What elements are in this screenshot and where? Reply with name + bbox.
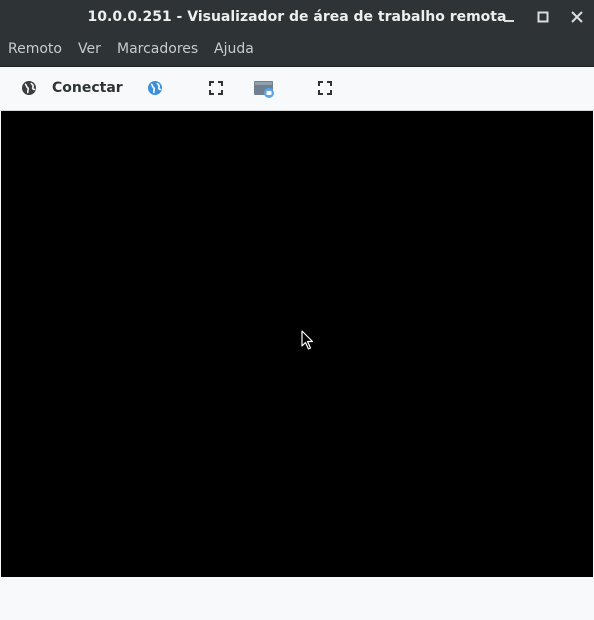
- screenshot-icon: [254, 81, 274, 98]
- close-button[interactable]: [567, 7, 587, 27]
- mouse-cursor-icon: [301, 330, 315, 350]
- globe-blue-button[interactable]: [146, 79, 164, 97]
- fullscreen-button[interactable]: [207, 79, 225, 97]
- menu-ajuda[interactable]: Ajuda: [214, 34, 254, 66]
- menu-remoto[interactable]: Remoto: [8, 34, 62, 66]
- title-bar: 10.0.0.251 - Visualizador de área de tra…: [0, 0, 594, 34]
- globe-icon: [22, 81, 36, 95]
- menu-ver[interactable]: Ver: [78, 34, 101, 66]
- remote-desktop-viewport[interactable]: [1, 111, 593, 577]
- maximize-icon: [537, 11, 549, 23]
- screenshot-button[interactable]: [254, 79, 276, 98]
- fit-window-button[interactable]: [316, 79, 334, 97]
- connect-globe-button[interactable]: [20, 79, 38, 97]
- menu-bar: Remoto Ver Marcadores Ajuda: [0, 34, 594, 67]
- maximize-button[interactable]: [533, 7, 553, 27]
- connect-button[interactable]: Conectar: [52, 67, 123, 110]
- toolbar: Conectar: [0, 67, 594, 111]
- minimize-icon: [504, 20, 514, 22]
- close-icon: [571, 11, 583, 23]
- fit-window-icon: [318, 81, 332, 95]
- menu-marcadores[interactable]: Marcadores: [117, 34, 198, 66]
- status-bar: [0, 578, 594, 620]
- globe-blue-icon: [148, 81, 162, 95]
- minimize-button[interactable]: [499, 7, 519, 27]
- fullscreen-icon: [209, 81, 223, 95]
